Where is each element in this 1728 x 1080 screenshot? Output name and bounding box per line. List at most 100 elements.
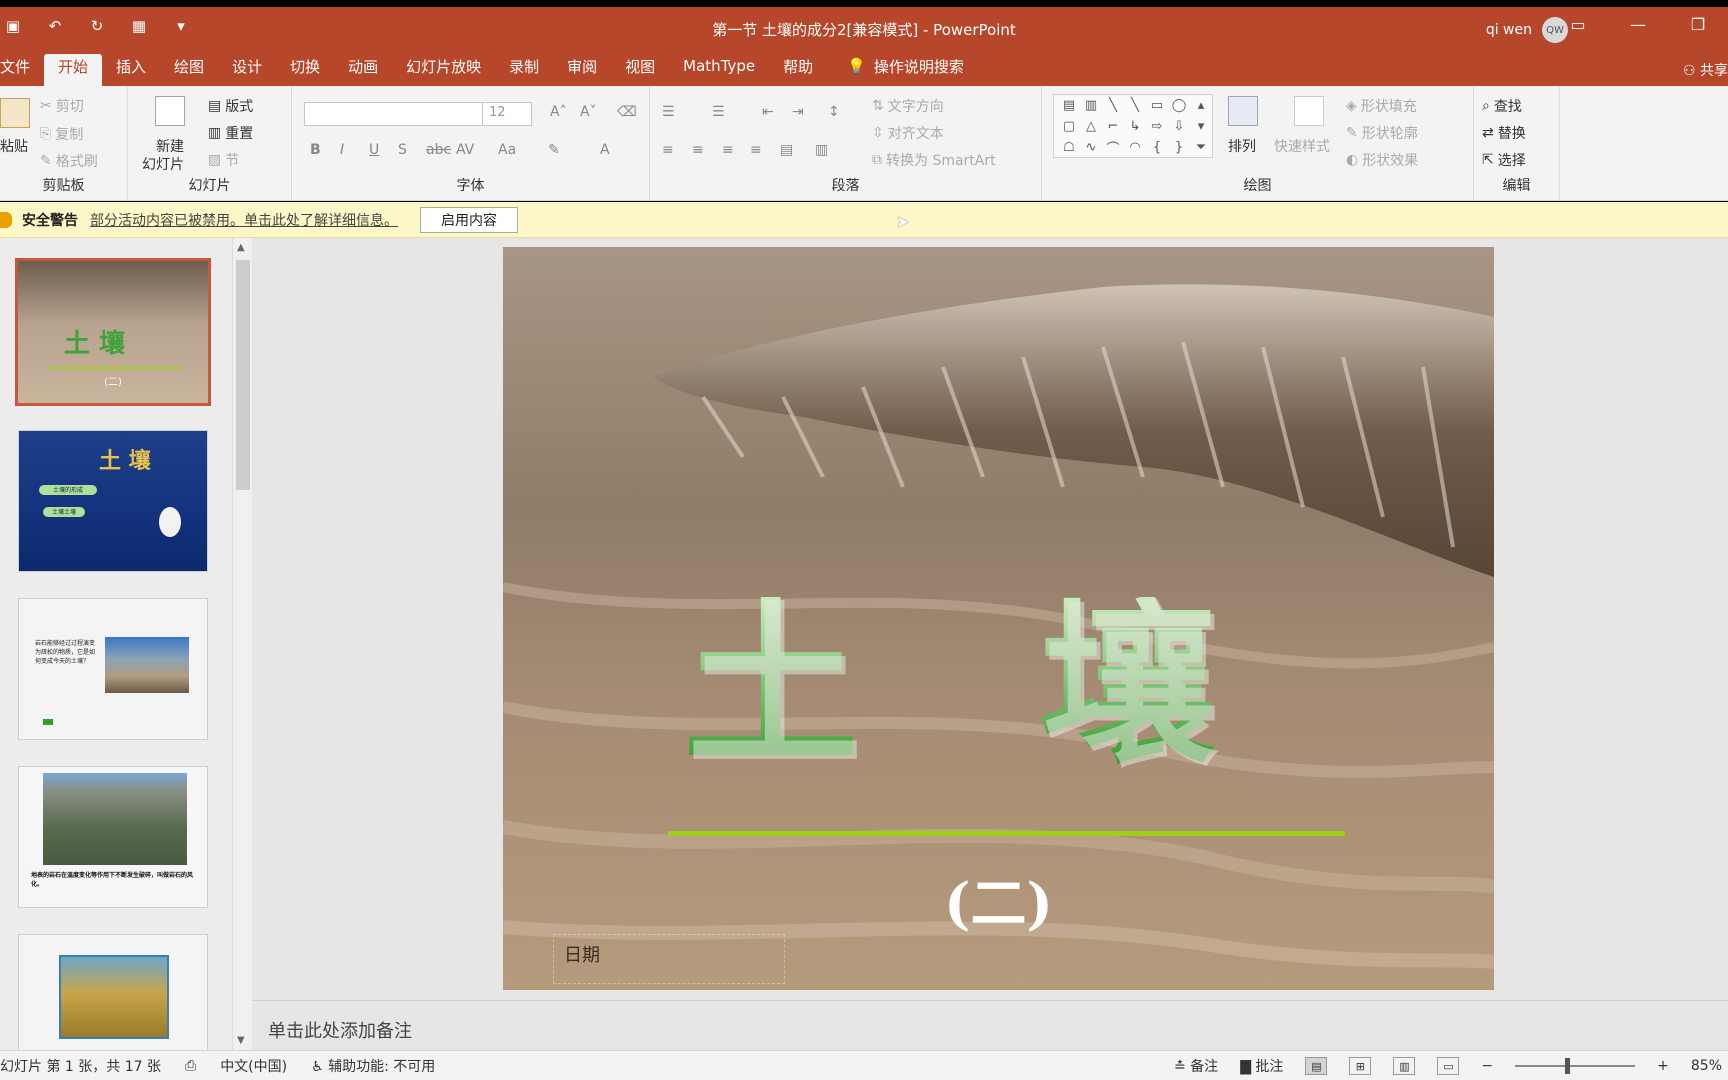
zoom-level[interactable]: 85% xyxy=(1691,1058,1722,1074)
thumbnail-scrollbar[interactable]: ▲ ▼ xyxy=(232,238,252,1050)
scroll-down-icon[interactable]: ▼ xyxy=(237,1035,245,1046)
gallery-down-icon[interactable]: ▾ xyxy=(1190,116,1212,137)
arrange-button[interactable]: 排列 xyxy=(1228,136,1256,156)
new-slide-label-2[interactable]: 幻灯片 xyxy=(142,154,184,174)
share-button[interactable]: ⚇ 共享 xyxy=(1683,60,1728,80)
comments-toggle[interactable]: ▇ 批注 xyxy=(1240,1056,1283,1076)
tab-help[interactable]: 帮助 xyxy=(769,54,827,86)
bold-button[interactable]: B xyxy=(310,142,321,158)
tab-file[interactable]: 文件 xyxy=(0,54,44,86)
strikethrough-icon[interactable]: abc xyxy=(426,142,451,158)
cut-button[interactable]: ✂ 剪切 xyxy=(40,96,84,116)
paste-button[interactable]: 粘贴 xyxy=(0,136,28,156)
find-button[interactable]: ⌕ 查找 xyxy=(1482,96,1522,116)
slide-canvas[interactable]: 土 壤 (二) 日期 xyxy=(503,247,1494,990)
oval-shape-icon[interactable]: ◯ xyxy=(1168,95,1190,116)
grow-font-icon[interactable]: A˄ xyxy=(550,104,567,120)
tab-design[interactable]: 设计 xyxy=(218,54,276,86)
reading-view-icon[interactable]: ▥ xyxy=(1393,1057,1416,1075)
quick-styles-icon[interactable] xyxy=(1294,96,1324,126)
char-spacing-button[interactable]: AV xyxy=(456,142,474,158)
tab-record[interactable]: 录制 xyxy=(495,54,553,86)
text-direction-button[interactable]: ⇅ 文字方向 xyxy=(872,96,944,116)
slide-thumbnail-pane[interactable]: 土 壤 (二) 土 壤 土壤的形成 土壤土壤 岩石能够经过过程演变为疏松的物质，… xyxy=(0,238,232,1050)
elbow-shape-icon[interactable]: ⌐ xyxy=(1102,116,1124,137)
slide-thumbnail-2[interactable]: 土 壤 土壤的形成 土壤土壤 xyxy=(18,430,208,572)
shapes-gallery[interactable]: ▤ ▥ ╲ ╲ ▭ ◯ ▴ ▢ △ ⌐ ↳ ⇨ ⇩ ▾ ☖ ∿ ⌒ ◠ { } … xyxy=(1053,94,1213,158)
minimize-icon[interactable]: — xyxy=(1628,15,1648,34)
shape-fill-button[interactable]: ◈ 形状填充 xyxy=(1346,96,1417,116)
italic-button[interactable]: I xyxy=(340,142,344,158)
slide-thumbnail-4[interactable]: 地表的岩石在温度变化等作用下不断发生破碎，叫做岩石的风化。 xyxy=(18,766,208,908)
gallery-up-icon[interactable]: ▴ xyxy=(1190,95,1212,116)
tab-review[interactable]: 审阅 xyxy=(553,54,611,86)
quick-styles-button[interactable]: 快速样式 xyxy=(1274,136,1330,156)
tab-slideshow[interactable]: 幻灯片放映 xyxy=(392,54,495,86)
slide-thumbnail-5[interactable] xyxy=(18,934,208,1050)
align-center-icon[interactable]: ≡ xyxy=(692,142,704,158)
increase-indent-icon[interactable]: ⇥ xyxy=(792,104,804,120)
accessibility-status[interactable]: ♿ 辅助功能: 不可用 xyxy=(311,1056,435,1076)
tab-draw[interactable]: 绘图 xyxy=(160,54,218,86)
down-arrow-shape-icon[interactable]: ⇩ xyxy=(1168,116,1190,137)
arc-shape-icon[interactable]: ◠ xyxy=(1124,137,1146,158)
tab-mathtype[interactable]: MathType xyxy=(669,54,769,86)
right-arrow-shape-icon[interactable]: ⇨ xyxy=(1146,116,1168,137)
tab-transitions[interactable]: 切换 xyxy=(276,54,334,86)
restore-icon[interactable]: ❐ xyxy=(1688,15,1708,34)
arrange-icon[interactable] xyxy=(1228,96,1258,126)
curve-shape-icon[interactable]: ⌒ xyxy=(1102,137,1124,158)
paste-icon[interactable] xyxy=(0,98,30,128)
zoom-in-icon[interactable]: + xyxy=(1657,1058,1669,1074)
reset-button[interactable]: ▥ 重置 xyxy=(208,123,253,143)
tab-view[interactable]: 视图 xyxy=(611,54,669,86)
numbering-icon[interactable]: ☰ xyxy=(712,104,725,120)
slide-sorter-icon[interactable]: ⊞ xyxy=(1349,1057,1372,1075)
language-indicator[interactable]: 中文(中国) xyxy=(220,1056,287,1076)
columns-icon[interactable]: ▥ xyxy=(815,142,828,158)
layout-button[interactable]: ▤ 版式 xyxy=(208,96,253,116)
font-size-input[interactable]: 12 xyxy=(482,102,532,126)
gallery-more-icon[interactable]: ⏷ xyxy=(1190,137,1212,158)
tab-animations[interactable]: 动画 xyxy=(334,54,392,86)
ribbon-display-icon[interactable]: ▭ xyxy=(1568,15,1588,34)
security-warning-link[interactable]: 部分活动内容已被禁用。单击此处了解详细信息。 xyxy=(90,210,398,230)
scroll-up-icon[interactable]: ▲ xyxy=(237,242,245,253)
enable-content-button[interactable]: 启用内容 xyxy=(420,206,518,233)
shape-outline-button[interactable]: ✎ 形状轮廓 xyxy=(1346,123,1418,143)
slide-subtitle[interactable]: (二) xyxy=(503,859,1494,940)
shrink-font-icon[interactable]: A˅ xyxy=(580,104,597,120)
bullets-icon[interactable]: ☰ xyxy=(662,104,675,120)
select-button[interactable]: ⇱ 选择 xyxy=(1482,150,1526,170)
new-slide-icon[interactable] xyxy=(155,96,185,126)
vertical-textbox-shape-icon[interactable]: ▥ xyxy=(1080,95,1102,116)
zoom-out-icon[interactable]: − xyxy=(1481,1058,1493,1074)
slide-thumbnail-1[interactable]: 土 壤 (二) xyxy=(15,258,211,406)
scribble-shape-icon[interactable]: ∿ xyxy=(1080,137,1102,158)
highlight-icon[interactable]: ✎ xyxy=(548,142,560,158)
copy-button[interactable]: ⎘ 复制 xyxy=(40,124,83,144)
replace-button[interactable]: ⇄ 替换 xyxy=(1482,123,1526,143)
underline-button[interactable]: U xyxy=(369,142,379,158)
tab-home[interactable]: 开始 xyxy=(44,54,103,86)
elbow-arrow-shape-icon[interactable]: ↳ xyxy=(1124,116,1146,137)
notes-pane[interactable]: 单击此处添加备注 xyxy=(252,1000,1728,1050)
slide-thumbnail-3[interactable]: 岩石能够经过过程演变为疏松的物质，它是如何变成今天的土壤？ xyxy=(18,598,208,740)
align-left-icon[interactable]: ≡ xyxy=(662,142,674,158)
normal-view-icon[interactable]: ▤ xyxy=(1305,1057,1328,1075)
clear-format-icon[interactable]: ⌫ xyxy=(617,104,637,120)
decrease-indent-icon[interactable]: ⇤ xyxy=(762,104,774,120)
zoom-slider[interactable] xyxy=(1515,1058,1636,1074)
font-name-input[interactable] xyxy=(304,102,484,126)
line2-shape-icon[interactable]: ╲ xyxy=(1124,95,1146,116)
rounded-rect-shape-icon[interactable]: ▢ xyxy=(1058,116,1080,137)
line-spacing-icon[interactable]: ↕ xyxy=(828,104,840,120)
align-text-button[interactable]: ⇳ 对齐文本 xyxy=(872,123,944,143)
avatar[interactable]: QW xyxy=(1542,17,1568,43)
freeform-shape-icon[interactable]: ☖ xyxy=(1058,137,1080,158)
section-button[interactable]: ▧ 节 xyxy=(208,150,239,170)
change-case-button[interactable]: Aa xyxy=(498,142,516,158)
shadow-button[interactable]: S xyxy=(398,142,407,158)
font-color-button[interactable]: A xyxy=(600,142,610,158)
smartart-button[interactable]: ⧉ 转换为 SmartArt xyxy=(872,150,996,170)
